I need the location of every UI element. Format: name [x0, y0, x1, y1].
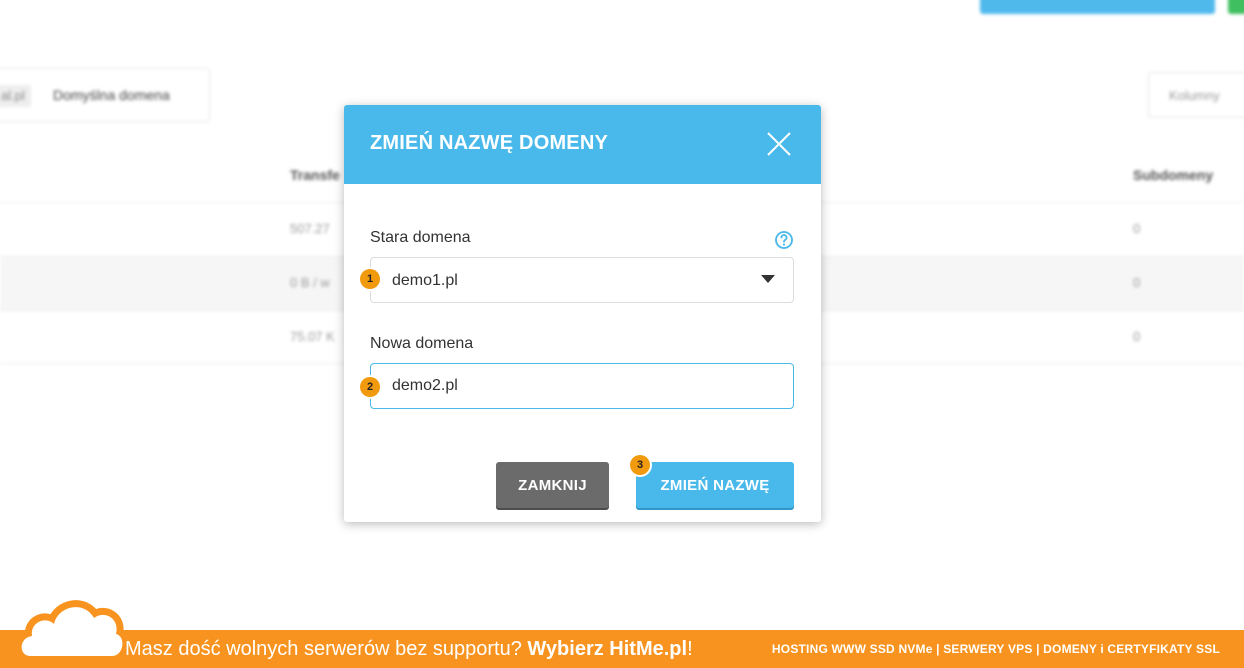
banner-text: Masz dość wolnych serwerów bez supportu?…	[125, 638, 693, 661]
new-domain-label: Nowa domena	[370, 335, 474, 352]
cell-subdomains: 0	[1133, 221, 1141, 236]
top-green-button[interactable]	[1228, 0, 1244, 14]
banner-text-brand[interactable]: Wybierz HitMe.pl	[527, 638, 687, 660]
new-domain-input[interactable]	[370, 363, 794, 409]
caret-down-icon	[761, 275, 775, 283]
close-icon[interactable]	[765, 130, 793, 158]
step-badge-3: 3	[630, 455, 650, 475]
domain-tabs: al.pl Domyślna domena	[0, 68, 210, 122]
banner-text-end: !	[687, 638, 693, 660]
rename-domain-modal: ZMIEŃ NAZWĘ DOMENY Stara domena demo1.pl…	[344, 105, 821, 522]
tab-default-domain[interactable]: Domyślna domena	[53, 87, 170, 103]
modal-header: ZMIEŃ NAZWĘ DOMENY	[344, 105, 821, 184]
top-action-button[interactable]	[980, 0, 1215, 14]
old-domain-value: demo1.pl	[392, 272, 458, 289]
step-badge-2: 2	[360, 377, 380, 397]
columns-button[interactable]: Kolumny	[1148, 72, 1244, 118]
rename-button[interactable]: ZMIEŃ NAZWĘ	[636, 462, 794, 508]
tab-active-domain[interactable]: al.pl	[0, 85, 31, 107]
close-button[interactable]: ZAMKNIJ	[496, 462, 609, 508]
step-badge-1: 1	[360, 269, 380, 289]
column-header-subdomains: Subdomeny	[1133, 167, 1214, 183]
banner-services: HOSTING WWW SSD NVMe | SERWERY VPS | DOM…	[771, 642, 1220, 656]
modal-title: ZMIEŃ NAZWĘ DOMENY	[370, 132, 609, 154]
cell-transfer: 507.27	[290, 221, 330, 236]
cell-subdomains: 0	[1133, 275, 1141, 290]
cell-subdomains: 0	[1133, 329, 1141, 344]
help-icon[interactable]	[774, 230, 794, 250]
cell-transfer: 75.07 K	[290, 329, 335, 344]
cloud-logo-icon	[14, 592, 130, 668]
old-domain-label: Stara domena	[370, 229, 471, 246]
banner-text-regular: Masz dość wolnych serwerów bez supportu?	[125, 638, 528, 660]
column-header-transfer: Transfe	[290, 167, 340, 183]
old-domain-select[interactable]: demo1.pl	[370, 257, 794, 303]
cell-transfer: 0 B / w	[290, 275, 330, 290]
